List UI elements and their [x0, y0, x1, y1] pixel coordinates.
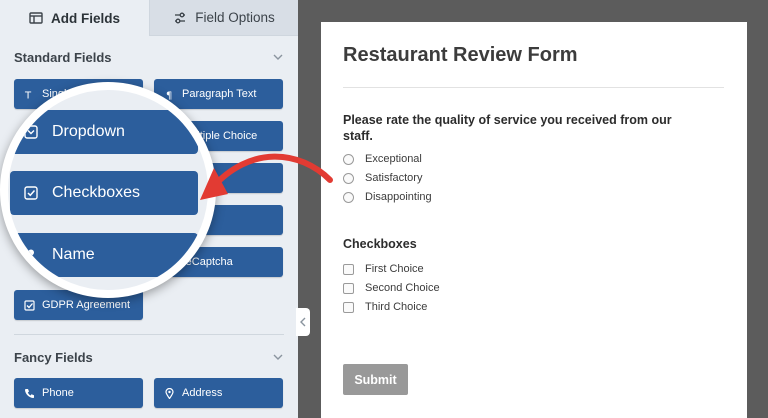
name-button[interactable]: Name: [10, 233, 198, 277]
checkbox[interactable]: [343, 282, 354, 294]
chevron-down-icon[interactable]: [272, 351, 284, 363]
svg-text:T: T: [24, 90, 32, 100]
form-title: Restaurant Review Form: [343, 44, 578, 66]
fancy-fields-title[interactable]: Fancy Fields: [14, 350, 93, 365]
title-divider: [343, 87, 724, 88]
form-preview: Restaurant Review Form Please rate the q…: [321, 22, 747, 418]
collapse-panel-handle[interactable]: [296, 308, 310, 336]
checkbox-icon: [24, 299, 35, 311]
tab-add-fields[interactable]: Add Fields: [0, 0, 149, 36]
radio-button[interactable]: [343, 172, 354, 184]
panel-tabs: Add Fields Field Options: [0, 0, 298, 36]
radio-option-label: Exceptional: [365, 153, 422, 165]
dropdown-label: Dropdown: [52, 123, 125, 140]
svg-text:¶: ¶: [166, 90, 172, 100]
radio-option[interactable]: Satisfactory: [343, 172, 422, 184]
checkbox[interactable]: [343, 301, 354, 313]
checkbox[interactable]: [343, 263, 354, 275]
submit-button[interactable]: Submit: [343, 364, 408, 395]
map-pin-icon: [165, 387, 174, 399]
fields-panel: Add Fields Field Options Standard Fields…: [0, 0, 298, 418]
gdpr-agreement-label: GDPR Agreement: [42, 299, 131, 311]
text-icon: T: [24, 90, 32, 100]
radio-button[interactable]: [343, 153, 354, 165]
checkbox-option[interactable]: Third Choice: [343, 301, 427, 313]
checkboxes-field-label: Checkboxes: [343, 237, 417, 251]
checkbox-option-label: Third Choice: [365, 301, 428, 313]
radio-option[interactable]: Exceptional: [343, 153, 422, 165]
phone-label: Phone: [42, 387, 74, 399]
checkbox-option-label: First Choice: [365, 263, 424, 275]
checkbox-option-label: Second Choice: [365, 282, 440, 294]
dropdown-icon: [24, 125, 38, 139]
checkbox-icon: [24, 186, 38, 200]
chevron-up-icon[interactable]: [272, 51, 284, 63]
name-label: Name: [52, 246, 95, 263]
sliders-icon: [175, 12, 186, 23]
user-icon: [25, 249, 37, 261]
phone-icon: [25, 388, 34, 398]
list-icon: [29, 12, 43, 24]
magnifier-callout: Dropdown Checkboxes Name: [0, 82, 216, 298]
chevron-left-icon: [300, 317, 306, 327]
paragraph-text-label: Paragraph Text: [182, 88, 257, 100]
address-label: Address: [182, 387, 223, 399]
radio-option-label: Satisfactory: [365, 172, 423, 184]
tab-field-options[interactable]: Field Options: [149, 0, 298, 36]
radio-option-label: Disappointing: [365, 191, 432, 203]
tab-field-options-label: Field Options: [195, 10, 275, 25]
checkboxes-button[interactable]: Checkboxes: [10, 171, 198, 215]
standard-fields-title[interactable]: Standard Fields: [14, 50, 112, 65]
section-divider: [14, 334, 284, 335]
dropdown-button[interactable]: Dropdown: [10, 110, 198, 154]
checkboxes-label: Checkboxes: [52, 184, 141, 201]
checkbox-option[interactable]: First Choice: [343, 263, 424, 275]
checkbox-option[interactable]: Second Choice: [343, 282, 440, 294]
address-button[interactable]: Address: [154, 378, 283, 408]
phone-button[interactable]: Phone: [14, 378, 143, 408]
tab-add-fields-label: Add Fields: [50, 10, 120, 26]
radio-option[interactable]: Disappointing: [343, 191, 432, 203]
service-question: Please rate the quality of service you r…: [343, 113, 672, 143]
radio-button[interactable]: [343, 191, 354, 203]
